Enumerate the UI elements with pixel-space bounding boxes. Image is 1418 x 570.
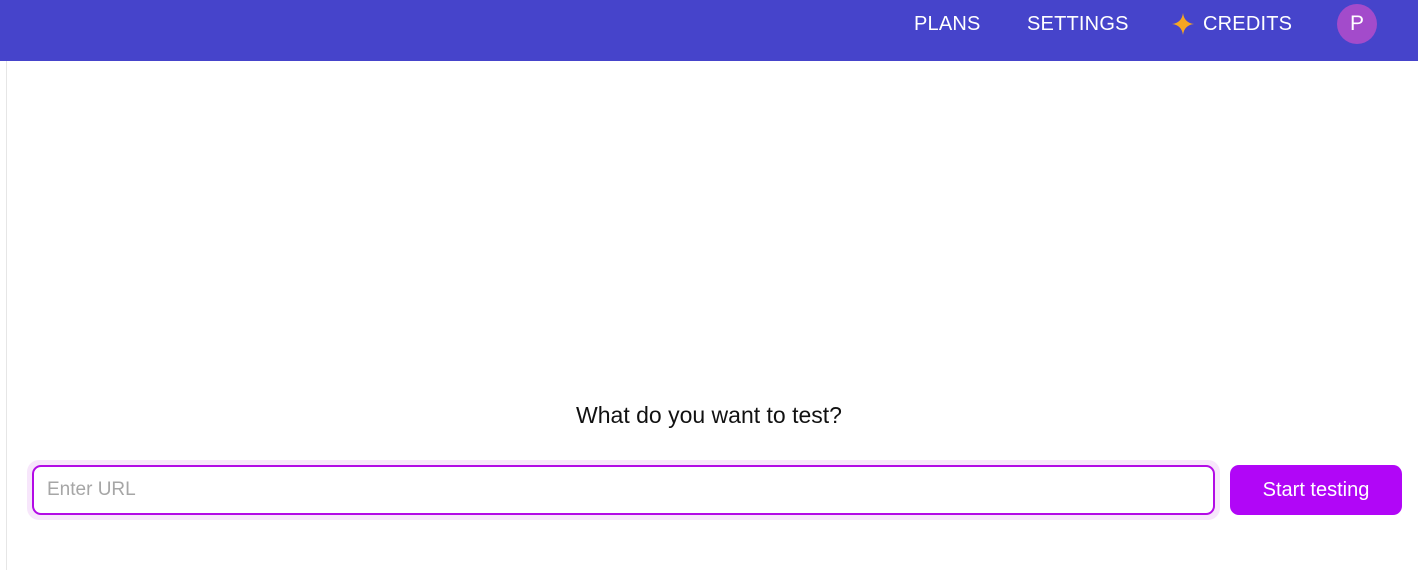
sparkle-icon: [1172, 13, 1194, 35]
start-testing-button[interactable]: Start testing: [1230, 465, 1402, 515]
user-avatar[interactable]: P: [1337, 4, 1377, 44]
top-navigation-bar: PLANS SETTINGS CREDITS P: [0, 0, 1418, 61]
nav-plans-link[interactable]: PLANS: [914, 12, 981, 36]
left-divider: [6, 61, 7, 570]
nav-credits-link[interactable]: CREDITS: [1171, 12, 1292, 36]
test-prompt-heading: What do you want to test?: [576, 402, 842, 428]
nav-credits-label: CREDITS: [1203, 13, 1293, 35]
url-input[interactable]: [32, 465, 1215, 515]
nav-settings-link[interactable]: SETTINGS: [1027, 12, 1129, 36]
